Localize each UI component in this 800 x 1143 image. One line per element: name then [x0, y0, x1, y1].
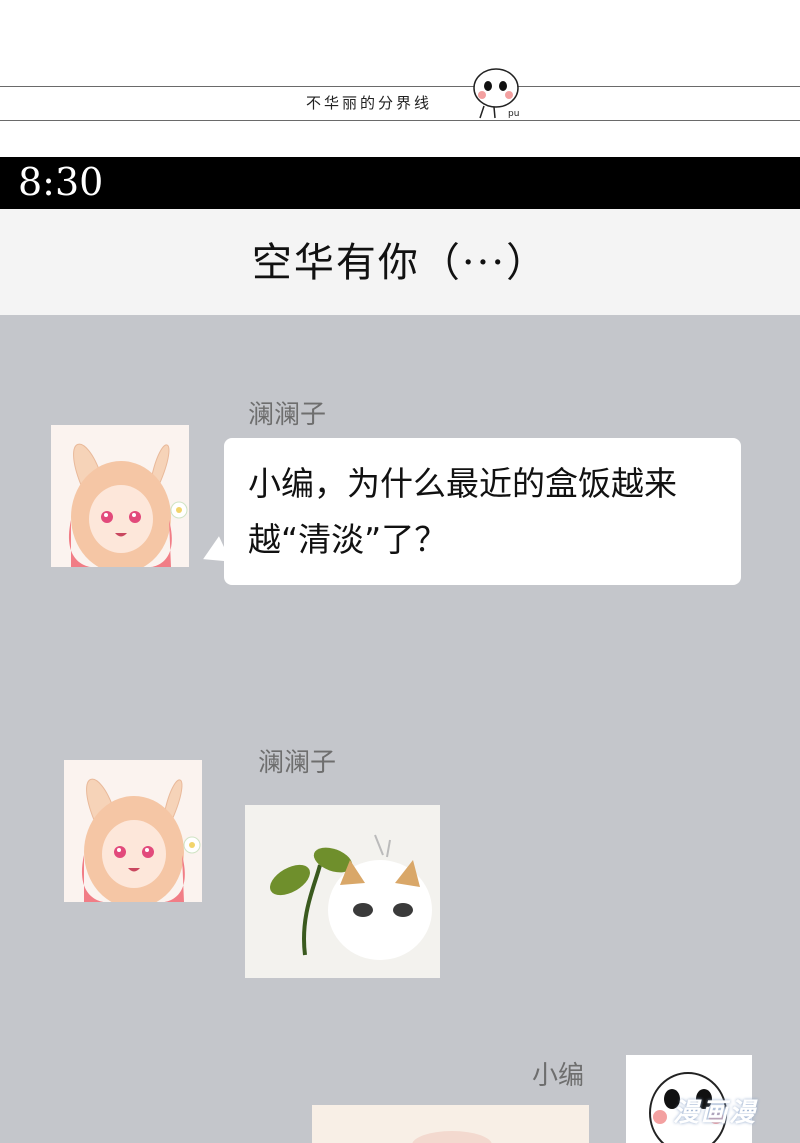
face-label: pu [508, 109, 519, 119]
message-sender: 澜澜子 [258, 748, 337, 778]
sprout-cat-sticker[interactable] [245, 805, 440, 978]
divider-line-bottom [0, 120, 800, 121]
bunny-girl-avatar[interactable] [51, 425, 189, 567]
divider-label: 不华丽的分界线 [306, 94, 433, 112]
bunny-girl-avatar-icon [64, 760, 202, 902]
chat-title[interactable]: 空华有你（···） [0, 230, 800, 288]
message-text: 小编，为什么最近的盒饭越来越“清淡”了？ [248, 464, 677, 559]
status-time: 8:30 [18, 160, 104, 204]
partial-image-icon [312, 1105, 589, 1143]
message-sender: 小编 [532, 1061, 585, 1091]
watermark: 漫画漫 [673, 1098, 758, 1128]
blushing-face-icon: pu [473, 68, 519, 119]
sprout-cat-icon [245, 805, 440, 978]
status-bar [0, 157, 800, 209]
bunny-girl-avatar-icon [51, 425, 189, 567]
message-sender: 澜澜子 [248, 400, 327, 430]
divider-line-top [0, 86, 800, 87]
bunny-girl-avatar[interactable] [64, 760, 202, 902]
divider-strip [0, 0, 800, 157]
partial-image[interactable] [312, 1105, 589, 1143]
